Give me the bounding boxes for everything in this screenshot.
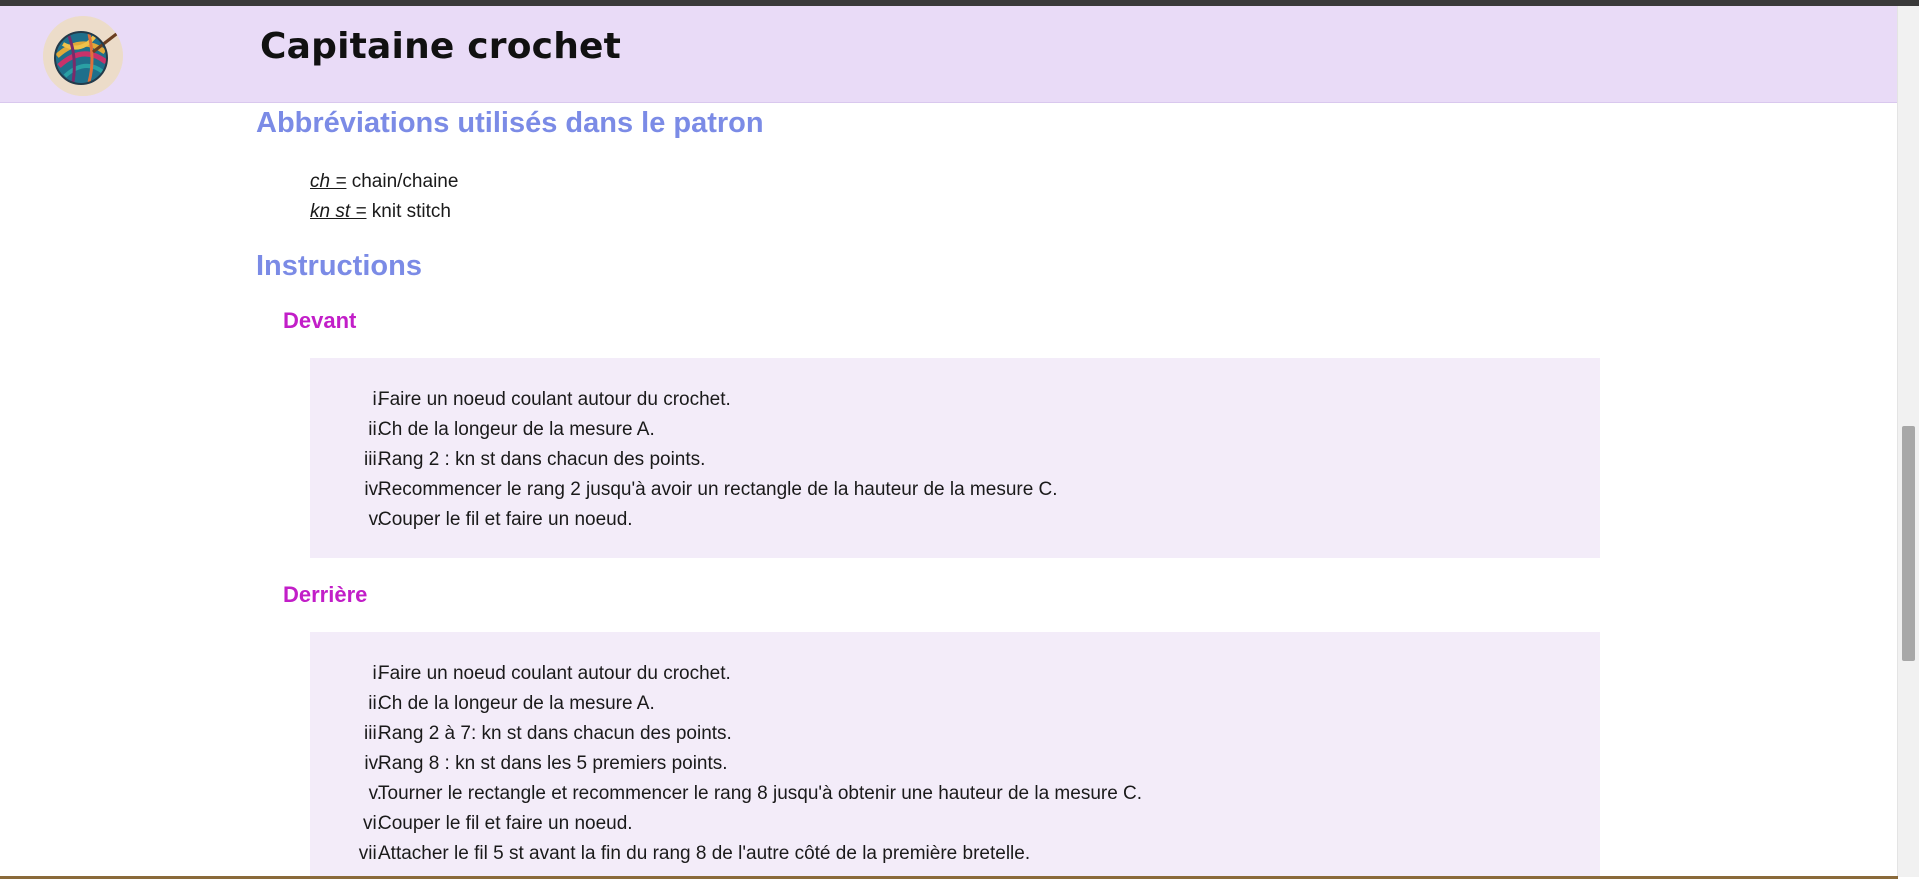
section-title-devant: Devant [283, 308, 357, 333]
abbreviations-list: ch = chain/chaine kn st = knit stitch [310, 167, 458, 227]
list-item: iv. Recommencer le rang 2 jusqu'à avoir u… [310, 475, 1600, 505]
list-item: ii. Ch de la longeur de la mesure A. [310, 689, 1600, 719]
list-item: ch = chain/chaine [310, 167, 458, 197]
step-text: Rang 8 : kn st dans les 5 premiers point… [378, 753, 728, 774]
abbreviation-definition: knit stitch [366, 201, 451, 222]
step-text: Attacher le fil 5 st avant la fin du ran… [378, 843, 1031, 864]
abbreviation-term: ch = [310, 171, 347, 192]
step-text: Faire un noeud coulant autour du crochet… [378, 389, 731, 410]
abbreviations-heading: Abbréviations utilisés dans le patron [256, 107, 764, 139]
step-text: Couper le fil et faire un noeud. [378, 509, 633, 530]
step-text: Couper le fil et faire un noeud. [378, 813, 633, 834]
step-text: Tourner le rectangle et recommencer le r… [378, 783, 1143, 804]
list-item: v. Tourner le rectangle et recommencer le… [310, 779, 1600, 809]
list-item: i. Faire un noeud coulant autour du croch… [310, 385, 1600, 415]
vertical-scrollbar[interactable] [1897, 6, 1919, 877]
step-text: Faire un noeud coulant autour du crochet… [378, 663, 731, 684]
steps-box-derriere: i. Faire un noeud coulant autour du croch… [310, 632, 1600, 876]
site-header: Capitaine crochet [0, 6, 1898, 103]
list-item: vi. Couper le fil et faire un noeud. [310, 809, 1600, 839]
abbreviation-definition: chain/chaine [346, 171, 459, 192]
list-item: iv. Rang 8 : kn st dans les 5 premiers po… [310, 749, 1600, 779]
abbreviation-term: kn st = [310, 201, 367, 222]
list-item: ii. Ch de la longeur de la mesure A. [310, 415, 1600, 445]
step-text: Rang 2 : kn st dans chacun des points. [378, 449, 706, 470]
step-text: Recommencer le rang 2 jusqu'à avoir un r… [378, 479, 1058, 500]
list-item: i. Faire un noeud coulant autour du croch… [310, 659, 1600, 689]
step-text: Ch de la longeur de la mesure A. [378, 419, 655, 440]
list-item: iii. Rang 2 : kn st dans chacun des point… [310, 445, 1600, 475]
list-item: v. Couper le fil et faire un noeud. [310, 505, 1600, 535]
list-item: vii. Attacher le fil 5 st avant la fin du… [310, 839, 1600, 869]
instructions-heading: Instructions [256, 250, 422, 282]
step-text: Rang 2 à 7: kn st dans chacun des points… [378, 723, 732, 744]
yarn-ball-icon[interactable] [43, 16, 123, 96]
scrollbar-thumb[interactable] [1902, 426, 1915, 661]
site-title: Capitaine crochet [260, 26, 622, 67]
section-title-derriere: Derrière [283, 582, 368, 607]
step-text: Ch de la longeur de la mesure A. [378, 693, 655, 714]
steps-list: i. Faire un noeud coulant autour du croch… [310, 659, 1600, 869]
steps-list: i. Faire un noeud coulant autour du croch… [310, 385, 1600, 535]
main-content: Abbréviations utilisés dans le patron ch… [0, 103, 1898, 876]
list-item: kn st = knit stitch [310, 197, 458, 227]
list-item: iii. Rang 2 à 7: kn st dans chacun des po… [310, 719, 1600, 749]
steps-box-devant: i. Faire un noeud coulant autour du croch… [310, 358, 1600, 558]
